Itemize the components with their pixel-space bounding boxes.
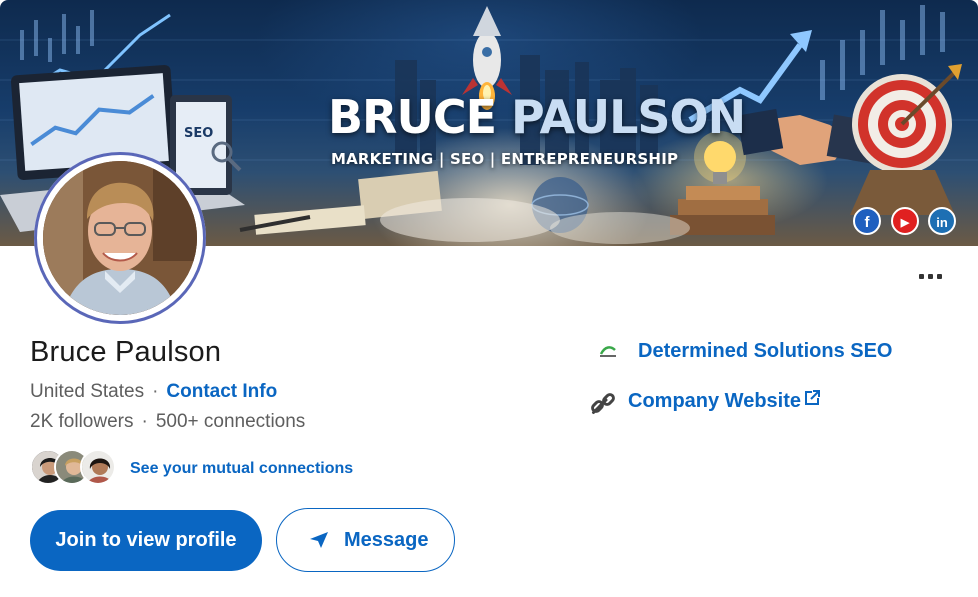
- banner-last-name: PAULSON: [511, 90, 746, 144]
- send-icon: [310, 532, 328, 548]
- contact-info-link[interactable]: Contact Info: [166, 381, 277, 402]
- company-website-label[interactable]: Company Website: [628, 390, 801, 413]
- join-to-view-profile-button[interactable]: Join to view profile: [30, 510, 262, 571]
- youtube-icon[interactable]: ▶: [891, 207, 919, 235]
- banner-title: BRUCE PAULSON: [328, 90, 746, 144]
- mutual-avatar: [80, 449, 116, 485]
- svg-text:SEO: SEO: [184, 126, 213, 141]
- more-dot: [928, 274, 933, 279]
- banner-subtitle: MARKETING | SEO | ENTREPRENEURSHIP: [331, 150, 679, 168]
- company-logo-icon: [599, 346, 616, 357]
- more-options-button[interactable]: [914, 262, 950, 290]
- link-icon: [591, 393, 615, 414]
- avatar-photo: [43, 161, 197, 315]
- connections-count: 500+ connections: [155, 411, 306, 432]
- location: United States: [30, 381, 145, 402]
- network-stats: 2K followers · 500+ connections: [30, 411, 305, 433]
- message-label: Message: [344, 529, 429, 551]
- separator-dot: ·: [141, 411, 148, 432]
- location-line: United States · Contact Info: [30, 381, 277, 403]
- message-button[interactable]: Message: [276, 508, 455, 572]
- followers-count: 2K followers: [30, 411, 134, 432]
- facebook-icon[interactable]: f: [853, 207, 881, 235]
- linkedin-icon[interactable]: in: [928, 207, 956, 235]
- avatar[interactable]: [43, 161, 197, 315]
- company-name[interactable]: Determined Solutions SEO: [638, 340, 892, 363]
- profile-name: Bruce Paulson: [30, 336, 222, 368]
- more-horizontal-icon: [919, 274, 924, 279]
- separator-dot: ·: [152, 381, 159, 402]
- banner-first-name: BRUCE: [328, 90, 497, 144]
- external-link-icon: [805, 390, 820, 405]
- mutual-connections-link[interactable]: See your mutual connections: [130, 460, 353, 478]
- profile-card: SEO BRUCE PAULSON MARKETING | SEO | ENTR…: [0, 0, 978, 597]
- more-dot: [937, 274, 942, 279]
